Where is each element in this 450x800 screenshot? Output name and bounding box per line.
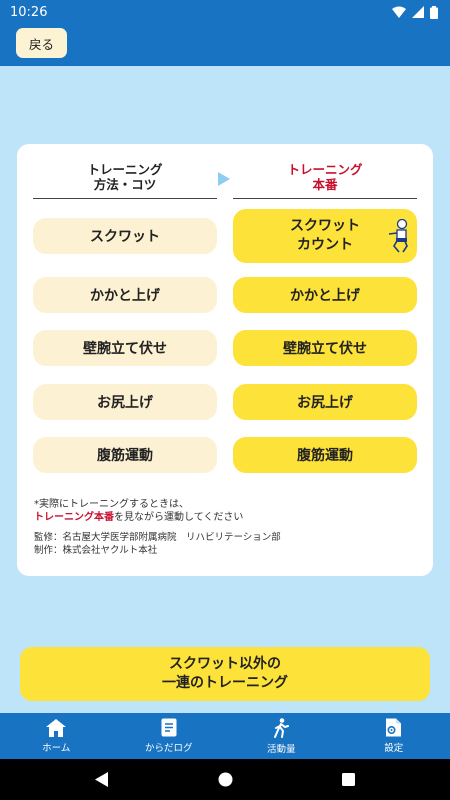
status-icons	[392, 5, 438, 19]
status-bar: 10:26	[0, 0, 450, 24]
battery-icon	[430, 5, 438, 19]
usage-note: *実際にトレーニングするときは、 トレーニング本番を見ながら運動してください	[34, 499, 244, 523]
practice-button-hip-raise[interactable]: お尻上げ	[233, 384, 417, 420]
document-icon	[161, 718, 177, 737]
system-nav-bar	[0, 759, 450, 800]
method-button-wall-pushup[interactable]: 壁腕立て伏せ	[33, 330, 217, 366]
signal-icon	[412, 6, 424, 18]
method-button-hip-raise[interactable]: お尻上げ	[33, 384, 217, 420]
exercise-person-icon	[388, 219, 408, 253]
home-icon	[46, 718, 67, 737]
nav-item-settings[interactable]: 設定	[338, 713, 450, 759]
bottom-nav: ホーム からだログ 活動量 設定	[0, 713, 450, 759]
status-time: 10:26	[10, 4, 48, 20]
column-header-practice: トレーニング 本番	[233, 162, 417, 199]
home-circle-icon[interactable]	[218, 772, 233, 787]
nav-item-activity[interactable]: 活動量	[225, 713, 338, 759]
nav-item-home[interactable]: ホーム	[0, 713, 113, 759]
column-header-method: トレーニング 方法・コツ	[33, 162, 217, 199]
practice-button-heel-raise[interactable]: かかと上げ	[233, 277, 417, 313]
practice-button-wall-pushup[interactable]: 壁腕立て伏せ	[233, 330, 417, 366]
walking-icon	[274, 717, 290, 738]
series-training-button[interactable]: スクワット以外の 一連のトレーニング	[20, 647, 430, 701]
note-highlight: トレーニング本番	[34, 512, 114, 523]
method-button-heel-raise[interactable]: かかと上げ	[33, 277, 217, 313]
method-button-crunch[interactable]: 腹筋運動	[33, 437, 217, 473]
recents-square-icon[interactable]	[342, 773, 356, 786]
settings-file-icon	[386, 718, 402, 737]
practice-button-crunch[interactable]: 腹筋運動	[233, 437, 417, 473]
arrow-right-icon	[218, 172, 230, 186]
method-button-squat[interactable]: スクワット	[33, 218, 217, 254]
app-bar: 戻る	[0, 24, 450, 66]
back-button[interactable]: 戻る	[16, 28, 67, 58]
practice-button-squat-count[interactable]: スクワット カウント	[233, 209, 417, 263]
credit-production: 制作：株式会社ヤクルト本社	[34, 544, 158, 556]
nav-item-body-log[interactable]: からだログ	[113, 713, 226, 759]
training-menu-card: トレーニング 方法・コツ トレーニング 本番 スクワット スクワット カウント …	[17, 144, 433, 576]
back-triangle-icon[interactable]	[94, 772, 109, 787]
credits: 監修：名古屋大学医学部附属病院 リハビリテーション部 制作：株式会社ヤクルト本社	[34, 532, 281, 557]
wifi-icon	[392, 6, 406, 18]
credit-supervision: 監修：名古屋大学医学部附属病院 リハビリテーション部	[34, 532, 281, 543]
